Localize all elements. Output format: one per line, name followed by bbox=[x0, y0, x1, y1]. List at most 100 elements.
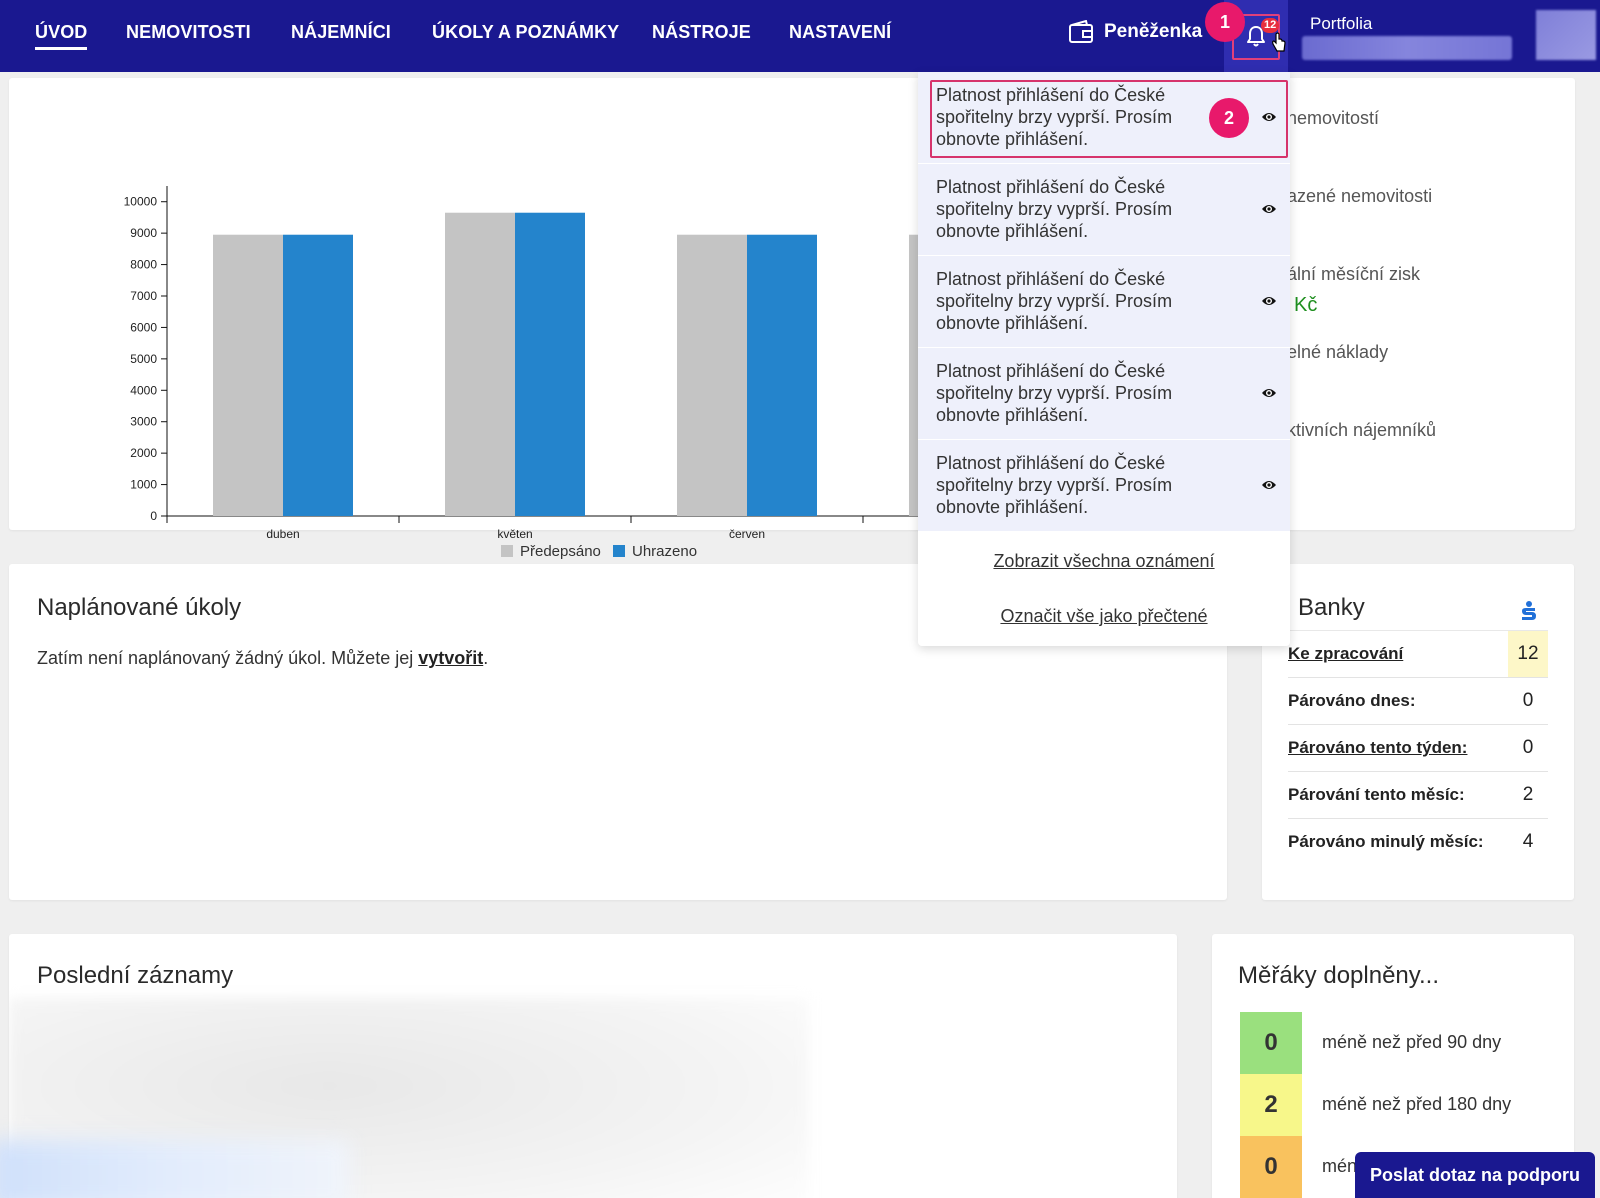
bank-row-label[interactable]: Párováno tento týden: bbox=[1288, 724, 1508, 772]
y-tick-label: 10000 bbox=[124, 195, 158, 209]
support-button[interactable]: Poslat dotaz na podporu bbox=[1355, 1152, 1595, 1198]
bar-uhrazeno bbox=[747, 234, 817, 516]
y-tick-label: 3000 bbox=[130, 415, 157, 429]
stat-label-properties: nemovitostí bbox=[1287, 108, 1380, 128]
gauge-count: 0 bbox=[1240, 1136, 1302, 1198]
eye-icon[interactable] bbox=[1261, 387, 1277, 399]
hand-cursor-icon bbox=[1272, 32, 1286, 52]
nav-item-nemovitosti[interactable]: NEMOVITOSTI bbox=[126, 22, 251, 43]
nav-item-najemnici[interactable]: NÁJEMNÍCI bbox=[291, 22, 391, 43]
mark-all-read-link[interactable]: Označit vše jako přečtené bbox=[918, 606, 1290, 627]
table-row: Párování tento měsíc: 2 bbox=[1288, 771, 1548, 819]
step-badge-2: 2 bbox=[1209, 98, 1249, 138]
avatar[interactable] bbox=[1536, 10, 1596, 60]
bank-row-value: 0 bbox=[1508, 677, 1548, 725]
table-row: Ke zpracování 12 bbox=[1288, 630, 1548, 678]
bank-row-label[interactable]: Ke zpracování bbox=[1288, 630, 1508, 678]
gauge-count: 0 bbox=[1240, 1012, 1302, 1074]
show-all-notifications-link[interactable]: Zobrazit všechna oznámení bbox=[918, 551, 1290, 572]
y-tick-label: 0 bbox=[150, 509, 157, 523]
bank-row-value: 4 bbox=[1508, 818, 1548, 866]
gauge-row: 0 méně než před 90 dny bbox=[1240, 1012, 1570, 1074]
notification-item[interactable]: Platnost přihlášení do České spořitelny … bbox=[918, 440, 1290, 532]
nav-item-nastroje[interactable]: NÁSTROJE bbox=[652, 22, 751, 43]
records-title: Poslední záznamy bbox=[37, 962, 234, 989]
y-tick-label: 2000 bbox=[130, 446, 157, 460]
table-row: Párováno tento týden: 0 bbox=[1288, 724, 1548, 772]
y-tick-label: 8000 bbox=[130, 258, 157, 272]
top-navigation: ÚVOD NEMOVITOSTI NÁJEMNÍCI ÚKOLY A POZNÁ… bbox=[0, 0, 1600, 72]
notification-item[interactable]: Platnost přihlášení do České spořitelny … bbox=[918, 164, 1290, 256]
bank-row-value: 2 bbox=[1508, 771, 1548, 819]
gauge-label: méně než před 180 dny bbox=[1322, 1094, 1512, 1114]
y-tick-label: 5000 bbox=[130, 352, 157, 366]
eye-icon[interactable] bbox=[1261, 295, 1277, 307]
banks-table: Ke zpracování 12 Párováno dnes: 0 Párová… bbox=[1288, 630, 1548, 866]
create-task-link[interactable]: vytvořit bbox=[418, 648, 483, 668]
x-tick-label: květen bbox=[497, 527, 532, 541]
eye-icon[interactable] bbox=[1261, 203, 1277, 215]
y-tick-label: 7000 bbox=[130, 289, 157, 303]
tasks-text-body: Zatím není naplánovaný žádný úkol. Můžet… bbox=[37, 648, 419, 668]
gauge-label: méně než před 90 dny bbox=[1322, 1032, 1502, 1052]
x-tick-label: červen bbox=[729, 527, 765, 541]
gauge-count: 2 bbox=[1240, 1074, 1302, 1136]
portfolio-selector-blurred[interactable] bbox=[1302, 36, 1512, 60]
payments-bar-chart: 0 1000 2000 3000 4000 5000 6000 7000 8000 9000 100… bbox=[124, 186, 929, 560]
eye-icon[interactable] bbox=[1261, 111, 1277, 123]
to-process-link[interactable]: Ke zpracování bbox=[1288, 644, 1403, 663]
bank-row-label: Párování tento měsíc: bbox=[1288, 771, 1508, 819]
bar-předepsáno bbox=[677, 234, 747, 516]
y-tick-label: 9000 bbox=[130, 226, 157, 240]
step-badge-1: 1 bbox=[1205, 2, 1245, 42]
bank-row-value: 12 bbox=[1508, 630, 1548, 678]
banks-title: Banky bbox=[1298, 594, 1365, 621]
stat-label-active-tenants: ktivních nájemníků bbox=[1287, 420, 1437, 440]
bar-předepsáno bbox=[445, 212, 515, 516]
wallet-label: Peněženka bbox=[1104, 21, 1203, 42]
notification-text: Platnost přihlášení do České spořitelny … bbox=[936, 361, 1173, 425]
notification-text: Platnost přihlášení do České spořitelny … bbox=[936, 269, 1173, 333]
bank-logo-icon bbox=[1522, 601, 1536, 620]
notification-text: Platnost přihlášení do České spořitelny … bbox=[936, 177, 1173, 241]
gauges-title: Měřáky doplněny... bbox=[1238, 962, 1439, 989]
x-tick-label: duben bbox=[266, 527, 299, 541]
notification-text: Platnost přihlášení do České spořitelny … bbox=[936, 453, 1173, 517]
bar-předepsáno bbox=[213, 234, 283, 516]
nav-item-nastaveni[interactable]: NASTAVENÍ bbox=[789, 22, 891, 43]
paired-this-week-link[interactable]: Párováno tento týden: bbox=[1288, 738, 1467, 757]
legend-label: Uhrazeno bbox=[632, 543, 697, 560]
legend-swatch bbox=[613, 545, 625, 557]
legend-label: Předepsáno bbox=[520, 543, 601, 560]
wallet-icon bbox=[1069, 20, 1093, 43]
notification-text: Platnost přihlášení do České spořitelny … bbox=[936, 85, 1173, 149]
tasks-title: Naplánované úkoly bbox=[37, 594, 242, 621]
tasks-text-end: . bbox=[483, 648, 489, 668]
gauge-row: 2 méně než před 180 dny bbox=[1240, 1074, 1570, 1136]
nav-item-uvod[interactable]: ÚVOD bbox=[35, 22, 88, 50]
gauge-label: mén bbox=[1322, 1156, 1358, 1176]
stat-value-monthly-profit: Kč bbox=[1294, 294, 1318, 316]
banks-card: Banky Ke zpracování 12 Párováno dnes: 0 … bbox=[1262, 564, 1574, 900]
wallet-link[interactable]: Peněženka bbox=[1068, 20, 1202, 44]
notifications-dropdown: Platnost přihlášení do České spořitelny … bbox=[918, 72, 1290, 646]
legend-swatch bbox=[501, 545, 513, 557]
portfolio-label[interactable]: Portfolia bbox=[1310, 14, 1372, 34]
y-tick-label: 1000 bbox=[130, 478, 157, 492]
bank-row-value: 0 bbox=[1508, 724, 1548, 772]
y-tick-label: 4000 bbox=[130, 383, 157, 397]
y-tick-label: 6000 bbox=[130, 320, 157, 334]
tasks-empty-text: Zatím není naplánovaný žádný úkol. Můžet… bbox=[37, 648, 488, 669]
blurred-region bbox=[0, 1140, 350, 1198]
nav-item-ukoly[interactable]: ÚKOLY A POZNÁMKY bbox=[432, 22, 619, 43]
bank-row-label: Párováno dnes: bbox=[1288, 677, 1508, 725]
notification-count-badge: 12 bbox=[1261, 18, 1280, 33]
stat-label-monthly-profit: ální měsíční zisk bbox=[1287, 264, 1421, 284]
chart-card: 0 1000 2000 3000 4000 5000 6000 7000 8000 9000 100… bbox=[9, 78, 1575, 560]
notification-item[interactable]: Platnost přihlášení do České spořitelny … bbox=[918, 256, 1290, 348]
bank-row-label: Párováno minulý měsíc: bbox=[1288, 818, 1508, 866]
table-row: Párováno minulý měsíc: 4 bbox=[1288, 818, 1548, 866]
eye-icon[interactable] bbox=[1261, 479, 1277, 491]
notification-item[interactable]: Platnost přihlášení do České spořitelny … bbox=[918, 348, 1290, 440]
stat-label-rented: azené nemovitosti bbox=[1287, 186, 1433, 206]
